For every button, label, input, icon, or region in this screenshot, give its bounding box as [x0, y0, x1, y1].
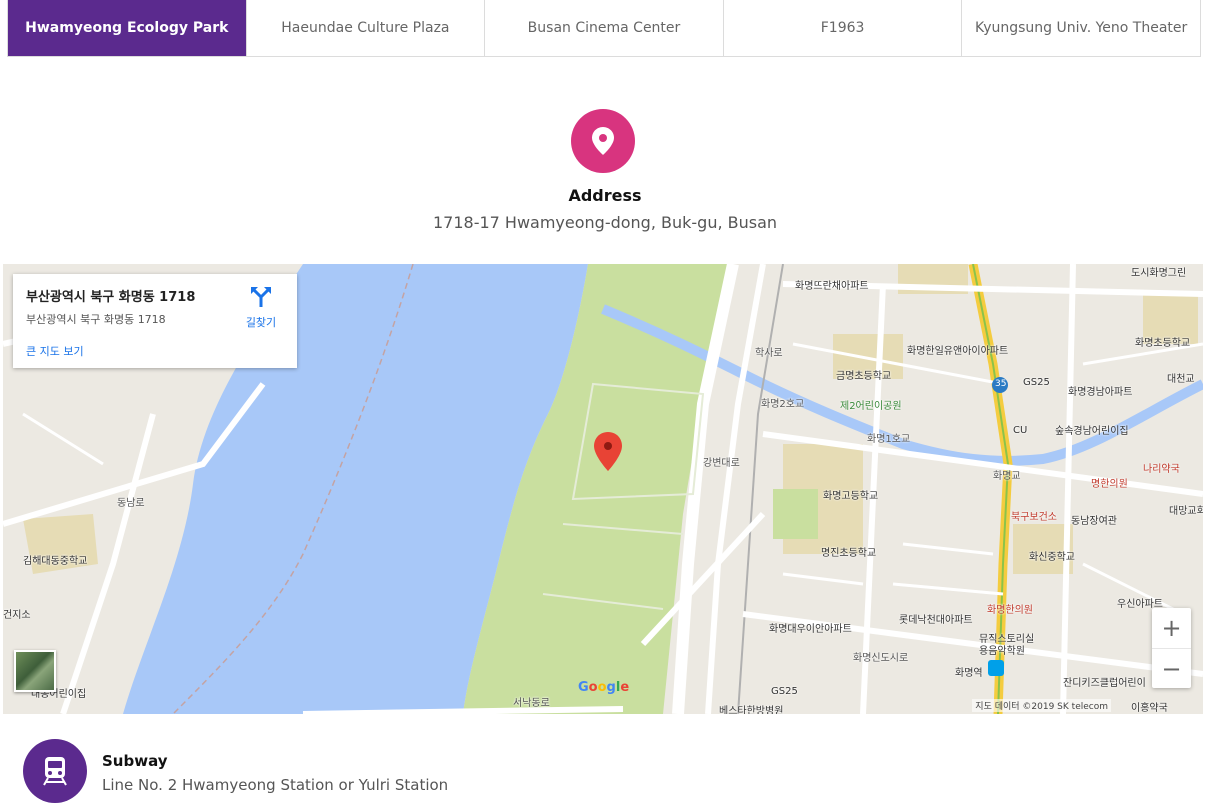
directions-label: 길찾기 — [245, 316, 277, 329]
zoom-controls: + − — [1152, 608, 1191, 688]
highway-35-label: 35 — [995, 379, 1007, 389]
map-attribution: 지도 데이터 ©2019 SK telecom — [972, 699, 1111, 712]
map-label: 화명초등학교 — [1135, 338, 1191, 349]
satellite-view-toggle[interactable] — [14, 650, 56, 692]
subway-title: Subway — [102, 752, 168, 770]
tab-hwamyeong-ecology-park[interactable]: Hwamyeong Ecology Park — [8, 0, 247, 56]
map-label: 동남로 — [117, 498, 145, 509]
map-label: 화명1호교 — [867, 434, 911, 445]
map-label: 동남장여관 — [1071, 516, 1117, 527]
address-text: 1718-17 Hwamyeong-dong, Buk-gu, Busan — [432, 213, 778, 232]
directions-button[interactable]: 길찾기 — [241, 286, 281, 330]
google-logo-letter: G — [578, 680, 589, 695]
map-label: 롯데낙천대아파트 — [899, 615, 973, 626]
map-label: 서낙동로 — [513, 698, 550, 709]
map-label: 제2어린이공원 — [840, 401, 902, 412]
map-label: 대천교 — [1167, 374, 1195, 385]
map-label: 김해대동중학교 — [23, 556, 88, 567]
directions-icon — [251, 287, 271, 307]
map-label: 화명한일유앤아이아파트 — [907, 346, 1009, 357]
location-pin-icon — [571, 109, 635, 173]
map-label: 화명대우이안아파트 — [769, 624, 852, 635]
address-title: Address — [568, 186, 642, 205]
google-logo: Google — [578, 680, 629, 695]
map-label: 화명2호교 — [761, 399, 805, 410]
tab-haeundae-culture-plaza[interactable]: Haeundae Culture Plaza — [247, 0, 486, 56]
tab-kyungsung-yeno-theater[interactable]: Kyungsung Univ. Yeno Theater — [962, 0, 1200, 56]
map-label: 이홍약국 — [1131, 703, 1168, 714]
map-label: 건지소 — [3, 610, 31, 621]
map-label: 화명고등학교 — [823, 491, 879, 502]
map-label: 잔디키즈클럽어린이 — [1063, 678, 1146, 689]
map-label: 나리약국 — [1143, 464, 1180, 475]
map-label: 뮤직스토리실용음악학원 — [979, 634, 1035, 657]
venue-tabs: Hwamyeong Ecology Park Haeundae Culture … — [7, 0, 1201, 57]
tab-busan-cinema-center[interactable]: Busan Cinema Center — [485, 0, 724, 56]
map-label: 금명초등학교 — [836, 371, 892, 382]
map-label: GS25 — [771, 686, 798, 697]
map-label: 화명신도시로 — [853, 653, 909, 664]
google-logo-letter: o — [597, 680, 607, 695]
map-label: 화명뜨란채아파트 — [795, 281, 869, 292]
info-title: 부산광역시 북구 화명동 1718 — [26, 290, 196, 305]
google-logo-letter: g — [606, 680, 616, 695]
zoom-out-button[interactable]: − — [1152, 649, 1191, 689]
map-label: 숲속경남어린이집 — [1055, 426, 1129, 437]
map-info-card: 부산광역시 북구 화명동 1718 부산광역시 북구 화명동 1718 큰 지도… — [13, 274, 297, 368]
tab-f1963[interactable]: F1963 — [724, 0, 963, 56]
map-label: 명진초등학교 — [821, 548, 877, 559]
map-label: 화명역 — [955, 668, 983, 679]
map-label: GS25 — [1023, 377, 1050, 388]
map-label: 대망교회 — [1169, 506, 1203, 517]
zoom-in-button[interactable]: + — [1152, 608, 1191, 649]
subway-text: Line No. 2 Hwamyeong Station or Yulri St… — [102, 776, 449, 794]
map-label: 화명경남아파트 — [1068, 387, 1133, 398]
view-larger-map-link[interactable]: 큰 지도 보기 — [26, 343, 84, 359]
map-label: CU — [1013, 425, 1028, 436]
google-logo-letter: o — [588, 680, 598, 695]
map-label: 강변대로 — [703, 458, 740, 469]
map-label: 도시화명그린 — [1131, 268, 1187, 279]
map-label: 북구보건소 — [1011, 512, 1057, 523]
map-label: 명한의원 — [1091, 479, 1128, 490]
subway-train-icon — [23, 739, 87, 803]
map-label: 베스타한방병원 — [719, 706, 784, 714]
map-label: 학사로 — [755, 348, 783, 359]
map-label: 화신중학교 — [1029, 552, 1075, 563]
map-view[interactable]: 도시화명그린 화명뜨란채아파트 화명초등학교 화명한일유앤아이아파트 대천교 금… — [3, 264, 1203, 714]
info-subtitle: 부산광역시 북구 화명동 1718 — [26, 313, 166, 326]
map-label: 화명한의원 — [987, 605, 1033, 616]
map-label: 화명교 — [993, 471, 1021, 482]
google-logo-letter: e — [620, 680, 630, 695]
